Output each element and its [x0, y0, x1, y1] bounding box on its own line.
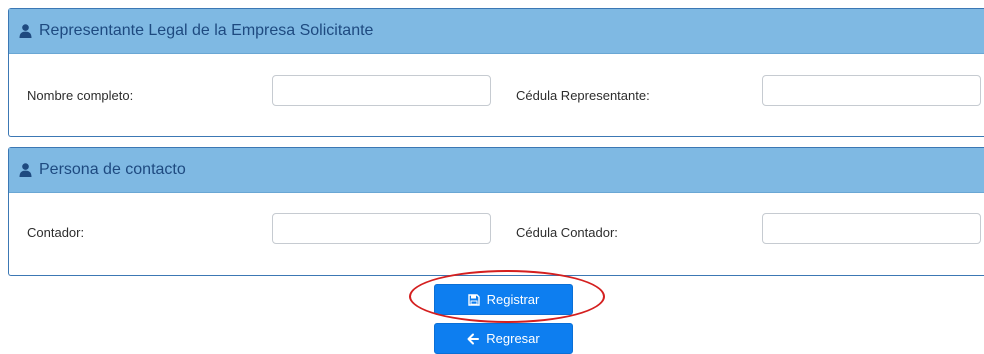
accountant-id-label: Cédula Contador:: [516, 225, 618, 240]
user-icon: [19, 24, 32, 38]
accountant-id-input[interactable]: [762, 213, 981, 244]
register-button[interactable]: Registrar: [434, 284, 573, 315]
panel-heading: Persona de contacto: [9, 148, 984, 193]
panel-title: Persona de contacto: [39, 161, 186, 178]
arrow-left-icon: [467, 333, 480, 344]
full-name-label: Nombre completo:: [27, 88, 134, 103]
register-label: Registrar: [486, 292, 540, 307]
back-label: Regresar: [486, 331, 540, 346]
back-button[interactable]: Regresar: [434, 323, 573, 354]
save-icon: [467, 293, 480, 306]
representative-id-input[interactable]: [762, 75, 981, 106]
panel-title: Representante Legal de la Empresa Solici…: [39, 22, 374, 39]
user-icon: [19, 163, 32, 177]
full-name-input[interactable]: [272, 75, 491, 106]
panel-heading: Representante Legal de la Empresa Solici…: [9, 9, 984, 54]
legal-representative-panel: Representante Legal de la Empresa Solici…: [8, 8, 984, 137]
accountant-label: Contador:: [27, 225, 85, 240]
representative-id-label: Cédula Representante:: [516, 88, 650, 103]
accountant-input[interactable]: [272, 213, 491, 244]
contact-person-panel: Persona de contacto Contador: Cédula Con…: [8, 147, 984, 276]
